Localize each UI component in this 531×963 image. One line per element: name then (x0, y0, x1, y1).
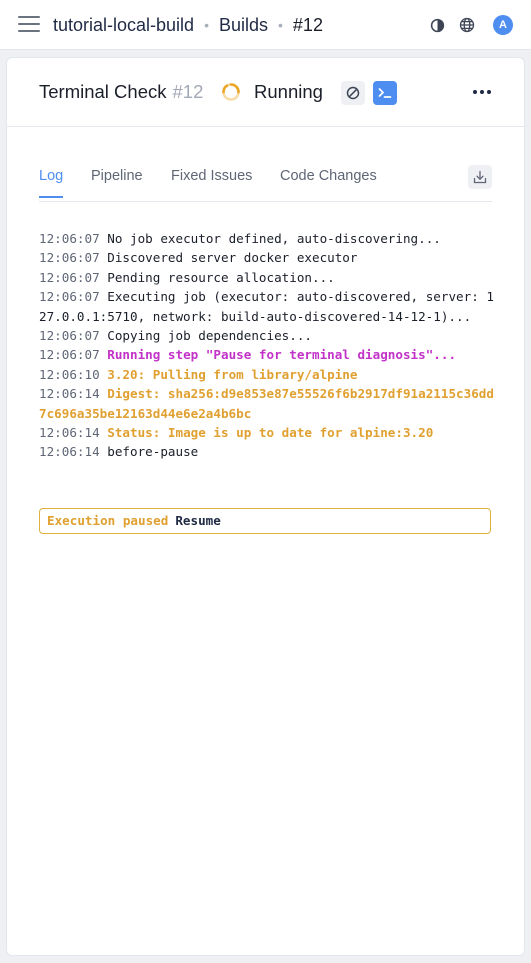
tab-fixed-issues[interactable]: Fixed Issues (171, 168, 252, 196)
log-timestamp: 12:06:07 (39, 269, 100, 285)
menu-icon[interactable] (18, 14, 40, 34)
log-line: 12:06:07 Running step "Pause for termina… (39, 345, 494, 364)
breadcrumb-project[interactable]: tutorial-local-build (53, 15, 194, 36)
log-message: Running step "Pause for terminal diagnos… (107, 347, 457, 363)
log-line: 12:06:07 Pending resource allocation... (39, 268, 494, 287)
breadcrumb-separator: • (204, 17, 209, 33)
log-timestamp: 12:06:07 (39, 328, 100, 344)
log-line: 12:06:14 Digest: sha256:d9e853e87e55526f… (39, 384, 494, 423)
log-timestamp: 12:06:07 (39, 289, 100, 305)
log-line: 12:06:14 Status: Image is up to date for… (39, 423, 494, 442)
more-options-button[interactable] (471, 82, 493, 102)
log-message: Status: Image is up to date for alpine:3… (107, 425, 434, 441)
log-message: Discovered server docker executor (107, 250, 358, 266)
cancel-build-button[interactable] (341, 81, 365, 105)
breadcrumb: tutorial-local-build • Builds • #12 (53, 0, 323, 50)
terminal-icon (378, 88, 392, 98)
log-message: Copying job dependencies... (107, 328, 312, 344)
resume-button[interactable]: Resume (175, 513, 221, 528)
build-header: Terminal Check #12 Running (7, 58, 524, 127)
breadcrumb-build-number: #12 (292, 14, 323, 35)
log-message: No job executor defined, auto-discoverin… (107, 231, 441, 246)
terminal-button[interactable] (373, 81, 397, 105)
tab-log[interactable]: Log (39, 168, 64, 198)
log-message: before-pause (107, 444, 199, 460)
build-card: Terminal Check #12 Running Log Pipeline … (7, 58, 524, 955)
theme-toggle-icon[interactable] (429, 17, 445, 33)
log-timestamp: 12:06:10 (39, 366, 100, 382)
log-timestamp: 12:06:07 (39, 250, 100, 266)
execution-paused-box: Execution paused Resume (39, 508, 491, 534)
log-timestamp: 12:06:14 (39, 425, 100, 441)
log-message: Executing job (executor: auto-discovered… (39, 289, 494, 324)
download-icon (473, 170, 487, 184)
paused-label: Execution paused (47, 513, 169, 528)
log-line: 12:06:14 before-pause (39, 442, 494, 461)
log-message: Digest: sha256:d9e853e87e55526f6b2917df9… (39, 386, 494, 421)
status-label: Running (254, 81, 323, 102)
log-line: 12:06:07 Executing job (executor: auto-d… (39, 287, 494, 326)
cancel-icon (346, 86, 360, 100)
log-timestamp: 12:06:14 (39, 386, 100, 402)
tab-code-changes[interactable]: Code Changes (280, 168, 377, 196)
breadcrumb-builds[interactable]: Builds (219, 15, 268, 36)
top-bar: tutorial-local-build • Builds • #12 A (0, 0, 531, 50)
log-line: 12:06:07 Copying job dependencies... (39, 326, 494, 345)
log-line: 12:06:07 No job executor defined, auto-d… (39, 229, 494, 248)
log-timestamp: 12:06:14 (39, 444, 100, 460)
log-line: 12:06:10 3.20: Pulling from library/alpi… (39, 365, 494, 384)
log-timestamp: 12:06:07 (39, 231, 100, 246)
log-message: Pending resource allocation... (107, 269, 335, 285)
tab-bar: Log Pipeline Fixed Issues Code Changes (39, 158, 492, 202)
page-title: Terminal Check #12 (39, 81, 203, 103)
download-log-button[interactable] (468, 165, 492, 189)
breadcrumb-separator: • (278, 17, 283, 33)
job-name: Terminal Check (39, 81, 167, 102)
build-log: 12:06:07 No job executor defined, auto-d… (39, 229, 494, 462)
avatar[interactable]: A (493, 15, 513, 35)
globe-icon[interactable] (459, 17, 475, 33)
log-line: 12:06:07 Discovered server docker execut… (39, 248, 494, 267)
log-message: 3.20: Pulling from library/alpine (107, 366, 358, 382)
tab-pipeline[interactable]: Pipeline (91, 168, 143, 196)
spinner-icon (221, 82, 241, 102)
build-number: #12 (172, 81, 204, 102)
log-timestamp: 12:06:07 (39, 347, 100, 363)
